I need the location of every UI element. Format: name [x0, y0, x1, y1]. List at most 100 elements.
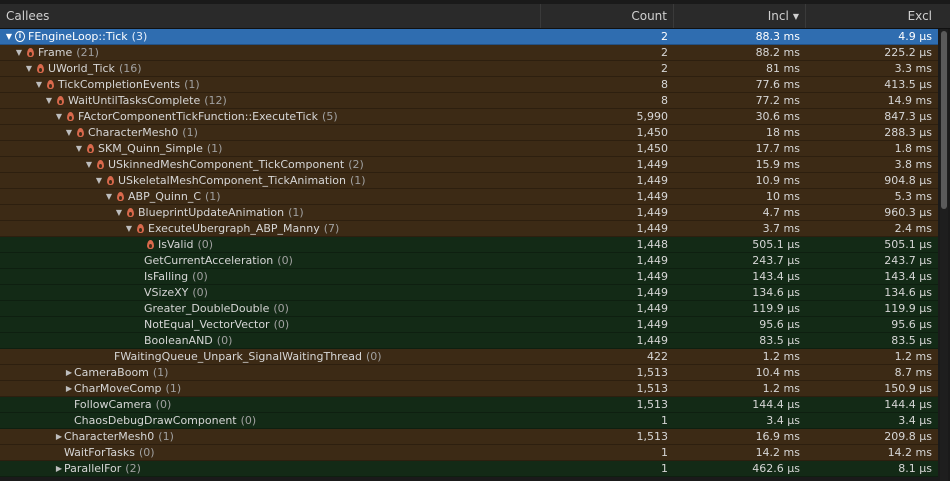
table-row[interactable]: VSizeXY (0) 1,449 134.6 μs 134.6 μs — [0, 285, 938, 301]
expand-spacer — [64, 413, 74, 429]
table-row[interactable]: WaitForTasks (0) 1 14.2 ms 14.2 ms — [0, 445, 938, 461]
excl-cell: 83.5 μs — [891, 333, 932, 347]
count-cell: 1,513 — [636, 429, 669, 443]
expand-arrow-open-icon[interactable]: ▼ — [14, 45, 24, 61]
callee-name-cell: ▼ ExecuteUbergraph_ABP_Manny (7) — [0, 221, 541, 237]
excl-cell: 1.2 ms — [894, 349, 932, 363]
table-row[interactable]: ▼ ExecuteUbergraph_ABP_Manny (7) 1,449 3.7 m… — [0, 221, 938, 237]
excl-cell: 8.7 ms — [894, 365, 932, 379]
table-row[interactable]: ▼ USkinnedMeshComponent_TickComponent (2) 1… — [0, 157, 938, 173]
expand-spacer — [134, 237, 144, 253]
callee-name-cell: ▼ Frame (21) — [0, 45, 541, 61]
expand-arrow-open-icon[interactable]: ▼ — [114, 205, 124, 221]
column-header-count[interactable]: Count — [541, 4, 674, 28]
expand-arrow-open-icon[interactable]: ▼ — [34, 77, 44, 93]
expand-arrow-closed-icon[interactable]: ▶ — [54, 429, 64, 445]
table-row[interactable]: ▼ TickCompletionEvents (1) 8 77.6 ms 413.5 μs — [0, 77, 938, 93]
count-cell: 1,513 — [636, 365, 669, 379]
expand-arrow-open-icon[interactable]: ▼ — [44, 93, 54, 109]
scrollbar-thumb[interactable] — [941, 31, 947, 209]
table-row[interactable]: ▼ UWorld_Tick (16) 2 81 ms 3.3 ms — [0, 61, 938, 77]
table-row[interactable]: IsValid (0) 1,448 505.1 μs 505.1 μs — [0, 237, 938, 253]
column-label: Count — [631, 9, 667, 23]
hot-path-flame-icon — [135, 221, 145, 237]
table-row[interactable]: FWaitingQueue_Unpark_SignalWaitingThread… — [0, 349, 938, 365]
child-count: (0) — [273, 317, 290, 331]
table-row[interactable]: ▼ ABP_Quinn_C (1) 1,449 10 ms 5.3 ms — [0, 189, 938, 205]
callee-name-cell: ▼ TickCompletionEvents (1) — [0, 77, 541, 93]
excl-cell: 134.6 μs — [884, 285, 932, 299]
expand-arrow-open-icon[interactable]: ▼ — [94, 173, 104, 189]
table-row[interactable]: ▼ SKM_Quinn_Simple (1) 1,450 17.7 ms 1.8 ms — [0, 141, 938, 157]
expand-arrow-closed-icon[interactable]: ▶ — [64, 365, 74, 381]
callee-label: ChaosDebugDrawComponent — [74, 413, 237, 427]
column-header-callees[interactable]: Callees — [0, 4, 541, 28]
table-row[interactable]: ▶ CameraBoom (1) 1,513 10.4 ms 8.7 ms — [0, 365, 938, 381]
table-row[interactable]: IsFalling (0) 1,449 143.4 μs 143.4 μs — [0, 269, 938, 285]
table-row[interactable]: ▶ ParallelFor (2) 1 462.6 μs 8.1 μs — [0, 461, 938, 477]
table-row[interactable]: ▼ WaitUntilTasksComplete (12) 8 77.2 ms 14.9 … — [0, 93, 938, 109]
callee-name-cell: ▼ UWorld_Tick (16) — [0, 61, 541, 77]
count-cell: 1,513 — [636, 397, 669, 411]
child-count: (1) — [182, 125, 198, 139]
table-row[interactable]: ▼ BlueprintUpdateAnimation (1) 1,449 4.7 ms 9… — [0, 205, 938, 221]
table-row[interactable]: FollowCamera (0) 1,513 144.4 μs 144.4 μs — [0, 397, 938, 413]
expand-arrow-open-icon[interactable]: ▼ — [74, 141, 84, 157]
callee-name-cell: ▼ USkinnedMeshComponent_TickComponent (2) — [0, 157, 541, 173]
expand-arrow-open-icon[interactable]: ▼ — [24, 61, 34, 77]
expand-arrow-open-icon[interactable]: ▼ — [104, 189, 114, 205]
incl-cell: 14.2 ms — [755, 445, 800, 459]
count-cell: 1,449 — [636, 221, 669, 235]
expand-arrow-closed-icon[interactable]: ▶ — [64, 381, 74, 397]
expand-arrow-open-icon[interactable]: ▼ — [4, 29, 14, 45]
callee-name-cell: IsFalling (0) — [0, 269, 541, 285]
table-row[interactable]: ChaosDebugDrawComponent (0) 1 3.4 μs 3.4 μs — [0, 413, 938, 429]
table-row[interactable]: NotEqual_VectorVector (0) 1,449 95.6 μs 95.6… — [0, 317, 938, 333]
table-row[interactable]: Greater_DoubleDouble (0) 1,449 119.9 μs 119.… — [0, 301, 938, 317]
expand-arrow-open-icon[interactable]: ▼ — [124, 221, 134, 237]
incl-cell: 16.9 ms — [755, 429, 800, 443]
excl-cell: 1.8 ms — [894, 141, 932, 155]
excl-cell: 3.8 ms — [894, 157, 932, 171]
count-cell: 1,449 — [636, 285, 669, 299]
child-count: (1) — [165, 381, 182, 395]
child-count: (0) — [216, 333, 233, 347]
column-header-excl[interactable]: Excl — [806, 4, 938, 28]
table-row[interactable]: ▶ CharMoveComp (1) 1,513 1.2 ms 150.9 μs — [0, 381, 938, 397]
expand-arrow-open-icon[interactable]: ▼ — [54, 109, 64, 125]
table-row[interactable]: ▼ i FEngineLoop::Tick (3) 2 88.3 ms 4.9 μs — [0, 29, 938, 45]
table-row[interactable]: ▼ CharacterMesh0 (1) 1,450 18 ms 288.3 μs — [0, 125, 938, 141]
child-count: (16) — [118, 61, 142, 75]
table-row[interactable]: BooleanAND (0) 1,449 83.5 μs 83.5 μs — [0, 333, 938, 349]
callee-name-cell: ▼ i FEngineLoop::Tick (3) — [0, 29, 541, 45]
excl-cell: 847.3 μs — [884, 109, 932, 123]
callee-label: NotEqual_VectorVector — [144, 317, 270, 331]
table-row[interactable]: ▶ CharacterMesh0 (1) 1,513 16.9 ms 209.8 μs — [0, 429, 938, 445]
callee-name-cell: BooleanAND (0) — [0, 333, 541, 349]
hot-path-flame-icon — [25, 45, 35, 61]
table-row[interactable]: ▼ FActorComponentTickFunction::ExecuteTic… — [0, 109, 938, 125]
expand-arrow-closed-icon[interactable]: ▶ — [54, 461, 64, 477]
table-row[interactable]: ▼ Frame (21) 2 88.2 ms 225.2 μs — [0, 45, 938, 61]
callee-label: IsValid — [158, 237, 194, 251]
count-cell: 1,449 — [636, 189, 669, 203]
hot-path-flame-icon — [95, 157, 105, 173]
child-count: (0) — [365, 349, 382, 363]
vertical-scrollbar[interactable] — [940, 29, 948, 481]
excl-cell: 4.9 μs — [898, 29, 932, 43]
incl-cell: 1.2 ms — [762, 349, 800, 363]
child-count: (1) — [152, 365, 169, 379]
table-row[interactable]: GetCurrentAcceleration (0) 1,449 243.7 μs 24… — [0, 253, 938, 269]
callee-label: ABP_Quinn_C — [128, 189, 202, 203]
incl-cell: 30.6 ms — [755, 109, 800, 123]
count-cell: 1,450 — [636, 141, 669, 155]
expand-arrow-open-icon[interactable]: ▼ — [64, 125, 74, 141]
callee-label: WaitForTasks — [64, 445, 135, 459]
expand-arrow-open-icon[interactable]: ▼ — [84, 157, 94, 173]
callee-label: UWorld_Tick — [48, 61, 115, 75]
callee-label: FollowCamera — [74, 397, 152, 411]
column-header-incl[interactable]: Incl ▼ — [674, 4, 806, 28]
count-cell: 1,449 — [636, 301, 669, 315]
callee-label: BooleanAND — [144, 333, 213, 347]
table-row[interactable]: ▼ USkeletalMeshComponent_TickAnimation (1)… — [0, 173, 938, 189]
